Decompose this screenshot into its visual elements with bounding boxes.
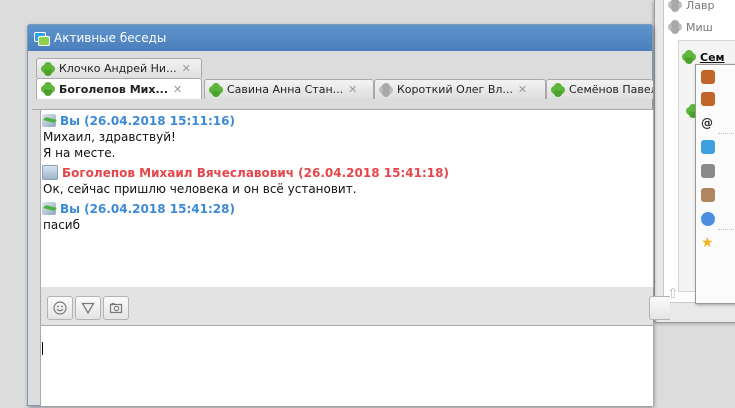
message-history[interactable]: Вы (26.04.2018 15:11:16) Михаил, здравст… bbox=[40, 109, 654, 289]
window-title: Активные беседы bbox=[54, 31, 167, 45]
email-icon: @ bbox=[701, 116, 713, 130]
tab-close-icon[interactable]: ✕ bbox=[348, 83, 357, 96]
menu-separator bbox=[718, 133, 735, 134]
message-toolbar bbox=[40, 287, 670, 325]
status-icon bbox=[668, 20, 682, 34]
message-header: Вы (26.04.2018 15:11:16) bbox=[42, 112, 653, 129]
active-chats-window: Активные беседы Клочко Андрей Ни... ✕ Бо… bbox=[27, 24, 670, 406]
emoticon-button[interactable] bbox=[47, 296, 73, 320]
id-card-icon bbox=[701, 188, 715, 202]
menu-item[interactable] bbox=[698, 209, 735, 229]
star-icon: ★ bbox=[701, 235, 714, 251]
offline-status-icon bbox=[379, 82, 393, 97]
tab-row-top: Клочко Андрей Ни... ✕ bbox=[32, 58, 652, 78]
tab-semenov[interactable]: Семёнов Павел bbox=[546, 79, 653, 99]
camera-icon bbox=[109, 303, 123, 314]
message-header: Боголепов Михаил Вячеславович (26.04.201… bbox=[42, 164, 653, 181]
contact-name: Сем bbox=[700, 50, 725, 64]
contact-card-icon bbox=[701, 92, 715, 106]
tab-korotkiy[interactable]: Короткий Олег Вл... ✕ bbox=[374, 79, 546, 99]
tab-close-icon[interactable]: ✕ bbox=[173, 83, 182, 96]
menu-item[interactable] bbox=[698, 257, 735, 277]
send-button[interactable] bbox=[649, 296, 670, 320]
online-status-icon bbox=[209, 82, 223, 97]
format-button[interactable] bbox=[75, 296, 101, 320]
online-status-icon bbox=[41, 82, 55, 96]
tab-label: Боголепов Мих... bbox=[59, 82, 168, 96]
contact-name: Миш bbox=[686, 20, 713, 34]
tab-label: Клочко Андрей Ни... bbox=[59, 62, 177, 75]
online-status-icon bbox=[551, 82, 565, 97]
message-sender-timestamp: Вы (26.04.2018 15:41:28) bbox=[60, 201, 235, 216]
chat-app-icon bbox=[34, 32, 50, 46]
tab-close-icon[interactable]: ✕ bbox=[518, 83, 527, 96]
camera-icon bbox=[701, 164, 715, 178]
message-header: Вы (26.04.2018 15:41:28) bbox=[42, 200, 653, 217]
message-text: Я на месте. bbox=[43, 146, 116, 160]
smiley-icon bbox=[53, 301, 67, 315]
menu-item[interactable] bbox=[698, 67, 735, 87]
contact-row[interactable]: Лавр bbox=[668, 0, 714, 14]
status-icon bbox=[668, 0, 682, 12]
tab-savina[interactable]: Савина Анна Стан... ✕ bbox=[204, 79, 374, 99]
outgoing-message-icon bbox=[42, 202, 56, 215]
window-titlebar[interactable]: Активные беседы bbox=[28, 25, 652, 51]
tab-bogolepov[interactable]: Боголепов Мих... ✕ bbox=[36, 78, 202, 99]
tab-label: Савина Анна Стан... bbox=[227, 83, 344, 96]
menu-item[interactable]: @ bbox=[698, 113, 735, 133]
message-input[interactable] bbox=[40, 325, 654, 406]
message-text: пасиб bbox=[43, 218, 80, 232]
menu-item[interactable] bbox=[698, 89, 735, 109]
background-contacts-window: Лавр Миш Сем @ ★ ⇧ bbox=[654, 0, 735, 323]
chat-icon bbox=[701, 140, 715, 154]
tab-label: Короткий Олег Вл... bbox=[397, 83, 513, 96]
menu-item[interactable] bbox=[698, 185, 735, 205]
message-text: Михаил, здравствуй! bbox=[43, 130, 176, 144]
info-icon bbox=[701, 212, 715, 226]
context-menu: @ ★ bbox=[695, 64, 735, 304]
screenshot-button[interactable] bbox=[103, 296, 129, 320]
message-text: Ок, сейчас пришлю человека и он всё уста… bbox=[43, 182, 357, 196]
outgoing-message-icon bbox=[42, 114, 56, 127]
contact-card-icon bbox=[701, 70, 715, 84]
online-status-icon bbox=[41, 61, 55, 76]
filter-icon bbox=[81, 302, 95, 315]
tab-row-bottom: Боголепов Мих... ✕ Савина Анна Стан... ✕… bbox=[32, 78, 653, 110]
message-sender-timestamp: Боголепов Михаил Вячеславович (26.04.201… bbox=[62, 165, 449, 180]
menu-item[interactable] bbox=[698, 137, 735, 157]
message-sender-timestamp: Вы (26.04.2018 15:11:16) bbox=[60, 113, 235, 128]
menu-separator bbox=[718, 229, 735, 230]
contact-name: Лавр bbox=[686, 0, 715, 12]
text-caret bbox=[42, 342, 43, 355]
menu-item[interactable] bbox=[698, 161, 735, 181]
tab-klochko[interactable]: Клочко Андрей Ни... ✕ bbox=[36, 58, 202, 78]
incoming-message-icon bbox=[42, 165, 58, 180]
tab-close-icon[interactable]: ✕ bbox=[182, 62, 191, 75]
status-icon bbox=[682, 50, 696, 64]
contact-row[interactable]: Миш bbox=[668, 18, 713, 36]
empty-icon bbox=[701, 260, 715, 274]
tab-label: Семёнов Павел bbox=[569, 83, 653, 96]
menu-item[interactable]: ★ bbox=[698, 233, 735, 253]
